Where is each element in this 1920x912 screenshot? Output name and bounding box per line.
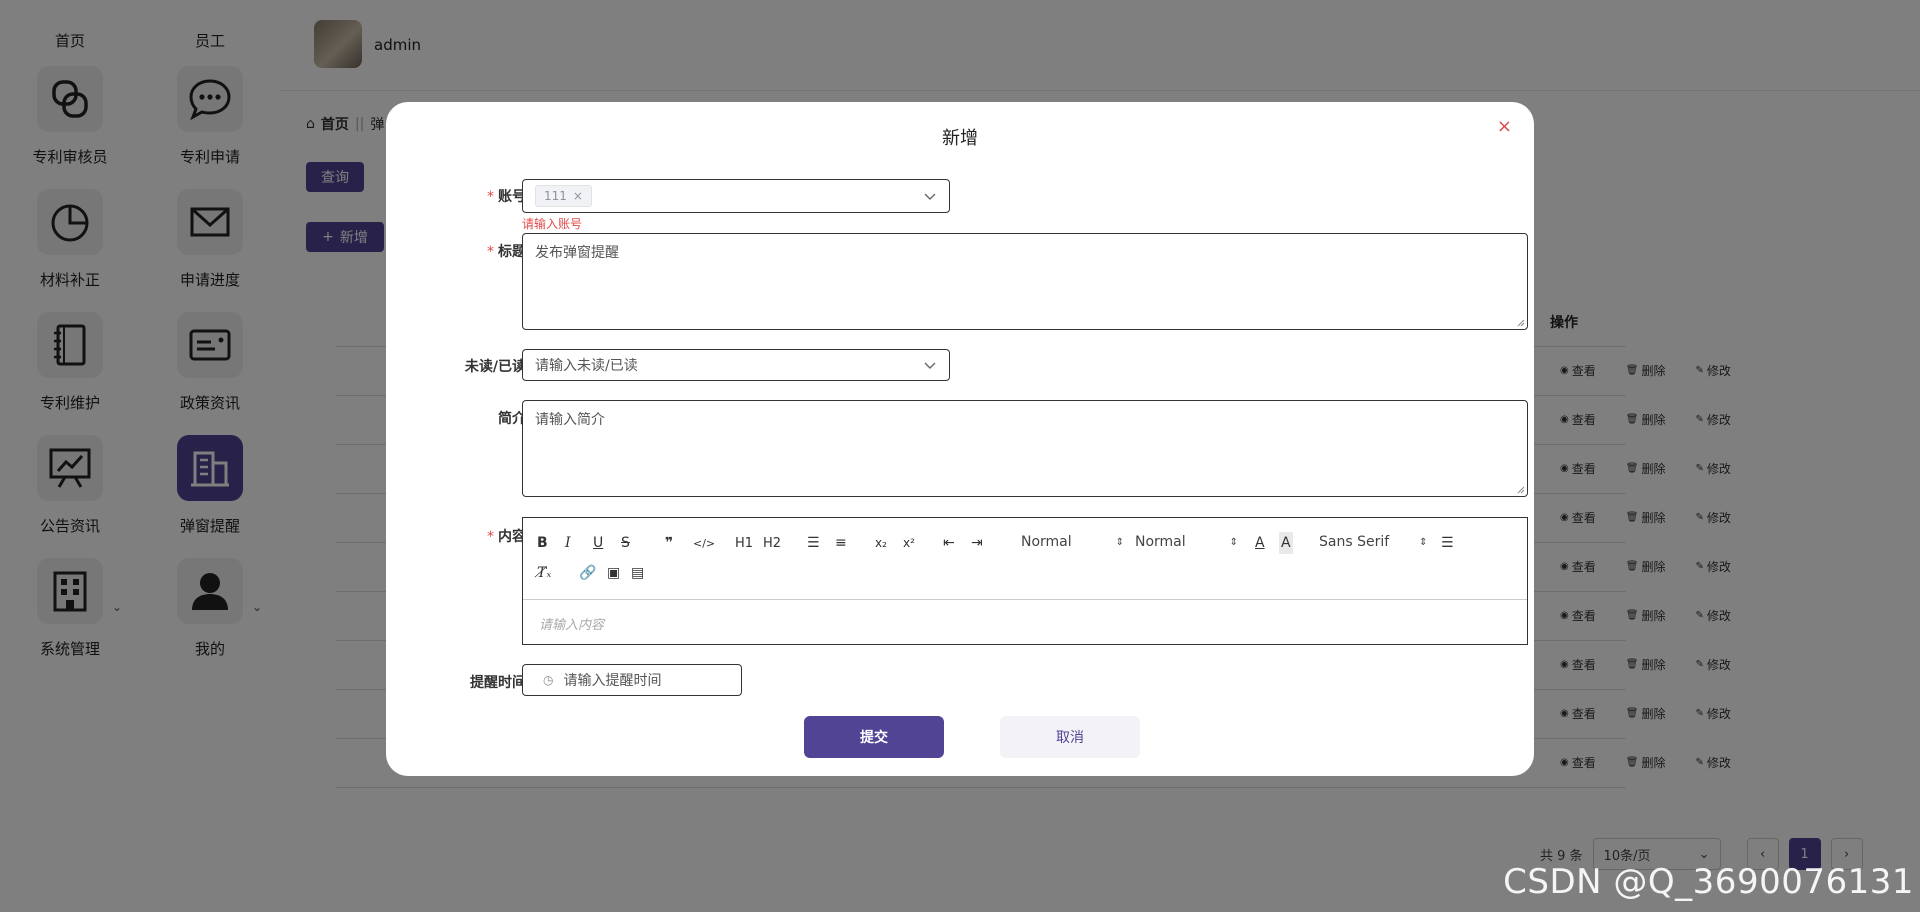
chevron-down-icon bbox=[924, 193, 936, 200]
editor-content[interactable]: 请输入内容 bbox=[539, 614, 604, 633]
background-color-icon[interactable]: A bbox=[1279, 532, 1293, 554]
updown-icon: ⇕ bbox=[1419, 536, 1428, 548]
video-icon[interactable]: ▤ bbox=[631, 562, 644, 584]
superscript-icon[interactable]: x² bbox=[903, 532, 915, 554]
h1-button[interactable]: H1 bbox=[735, 532, 753, 554]
read-status-select[interactable]: 请输入未读/已读 bbox=[522, 349, 950, 381]
title-label: * 标题 bbox=[487, 244, 526, 260]
remind-time-placeholder: 请输入提醒时间 bbox=[563, 673, 662, 689]
header-select-value: Normal bbox=[1021, 534, 1072, 550]
summary-placeholder: 请输入简介 bbox=[535, 412, 605, 428]
account-tag-text: 111 bbox=[544, 189, 567, 203]
account-error: 请输入账号 bbox=[522, 217, 583, 231]
submit-button[interactable]: 提交 bbox=[804, 716, 944, 758]
outdent-icon[interactable]: ⇤ bbox=[943, 532, 955, 554]
bold-button[interactable]: B bbox=[537, 532, 548, 554]
read-status-label: 未读/已读 bbox=[464, 359, 526, 375]
resize-handle-icon[interactable] bbox=[1517, 486, 1525, 494]
title-value: 发布弹窗提醒 bbox=[535, 245, 619, 261]
rich-text-editor: B I U S ❞ </> H1 H2 ☰ ≡ x₂ x² ⇤ ⇥ Normal… bbox=[522, 517, 1528, 645]
content-label: * 内容 bbox=[487, 529, 526, 545]
watermark: CSDN @Q_3690076131 bbox=[1503, 862, 1914, 902]
remind-time-label: 提醒时间 bbox=[470, 675, 526, 691]
header-select[interactable]: Normal ⇕ bbox=[1021, 534, 1124, 550]
code-block-button[interactable]: </> bbox=[693, 532, 715, 554]
updown-icon: ⇕ bbox=[1115, 536, 1125, 548]
remind-time-picker[interactable]: ◷ 请输入提醒时间 bbox=[522, 664, 742, 696]
indent-icon[interactable]: ⇥ bbox=[971, 532, 983, 554]
chevron-down-icon bbox=[924, 362, 936, 369]
ordered-list-icon[interactable]: ☰ bbox=[807, 532, 820, 554]
account-tag: 111 × bbox=[535, 185, 592, 207]
size-select[interactable]: Normal ⇕ bbox=[1135, 534, 1238, 550]
title-textarea[interactable]: 发布弹窗提醒 bbox=[522, 233, 1528, 330]
bullet-list-icon[interactable]: ≡ bbox=[835, 532, 847, 554]
underline-button[interactable]: U bbox=[593, 532, 603, 554]
read-status-placeholder: 请输入未读/已读 bbox=[535, 358, 638, 374]
font-select-value: Sans Serif bbox=[1319, 534, 1390, 550]
add-dialog: 新增 × * 账号 111 × 请输入账号 * 标题 发布弹窗提醒 未读/已读 请输… bbox=[386, 102, 1534, 776]
close-icon[interactable]: × bbox=[1497, 116, 1512, 137]
font-select[interactable]: Sans Serif ⇕ bbox=[1319, 534, 1428, 550]
subscript-icon[interactable]: x₂ bbox=[875, 532, 887, 554]
resize-handle-icon[interactable] bbox=[1517, 319, 1525, 327]
summary-textarea[interactable]: 请输入简介 bbox=[522, 400, 1528, 497]
tag-close-icon[interactable]: × bbox=[573, 189, 583, 203]
account-label: * 账号 bbox=[487, 189, 526, 205]
editor-toolbar: B I U S ❞ </> H1 H2 ☰ ≡ x₂ x² ⇤ ⇥ Normal… bbox=[523, 518, 1527, 600]
image-icon[interactable]: ▣ bbox=[607, 562, 620, 584]
updown-icon: ⇕ bbox=[1229, 536, 1239, 548]
align-icon[interactable]: ☰ bbox=[1441, 532, 1454, 554]
font-color-icon[interactable]: A bbox=[1255, 532, 1265, 554]
summary-label: 简介 bbox=[498, 411, 526, 427]
account-select[interactable]: 111 × bbox=[522, 179, 950, 213]
dialog-title: 新增 bbox=[942, 128, 978, 149]
size-select-value: Normal bbox=[1135, 534, 1186, 550]
strike-button[interactable]: S bbox=[621, 532, 630, 554]
link-icon[interactable]: 🔗 bbox=[579, 562, 596, 584]
clear-format-icon[interactable]: T̸ₓ bbox=[537, 562, 551, 584]
italic-button[interactable]: I bbox=[565, 532, 571, 554]
h2-button[interactable]: H2 bbox=[763, 532, 781, 554]
clock-icon: ◷ bbox=[543, 673, 554, 687]
blockquote-button[interactable]: ❞ bbox=[665, 532, 673, 554]
cancel-button[interactable]: 取消 bbox=[1000, 716, 1140, 758]
